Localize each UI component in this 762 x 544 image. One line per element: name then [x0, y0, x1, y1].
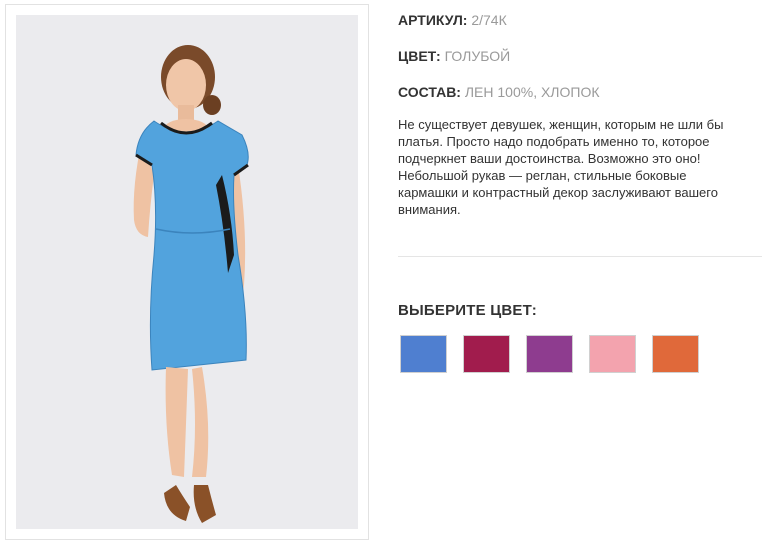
color-swatch-crimson[interactable]: [463, 335, 510, 373]
product-photo[interactable]: [16, 15, 358, 529]
color-swatch-blue[interactable]: [400, 335, 447, 373]
color-row: ЦВЕТ: ГОЛУБОЙ: [398, 47, 510, 65]
article-label: АРТИКУЛ:: [398, 12, 468, 28]
color-swatch-purple[interactable]: [526, 335, 573, 373]
color-value: ГОЛУБОЙ: [444, 48, 511, 64]
choose-color-title: ВЫБЕРИТЕ ЦВЕТ:: [398, 302, 537, 319]
composition-label: СОСТАВ:: [398, 84, 461, 100]
composition-value: ЛЕН 100%, ХЛОПОК: [464, 84, 600, 100]
divider: [398, 256, 762, 257]
color-swatch-pink[interactable]: [589, 335, 636, 373]
product-description: Не существует девушек, женщин, которым н…: [398, 117, 724, 217]
composition-row: СОСТАВ: ЛЕН 100%, ХЛОПОК: [398, 83, 600, 101]
color-swatch-orange[interactable]: [652, 335, 699, 373]
dress-model-illustration: [16, 15, 358, 529]
product-photo-frame: [5, 4, 369, 540]
article-value: 2/74К: [471, 12, 507, 28]
color-label: ЦВЕТ:: [398, 48, 441, 64]
article-row: АРТИКУЛ: 2/74К: [398, 11, 507, 29]
